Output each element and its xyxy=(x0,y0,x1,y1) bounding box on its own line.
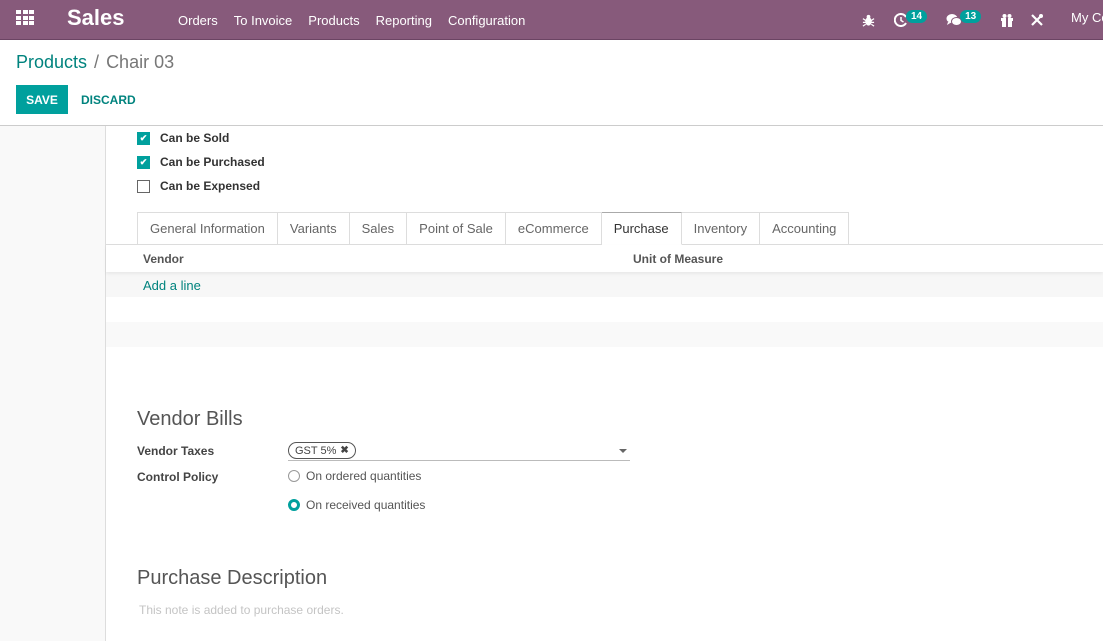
tab-sales[interactable]: Sales xyxy=(349,212,408,245)
can-be-expensed-label: Can be Expensed xyxy=(160,179,261,193)
gift-icon xyxy=(1001,14,1014,27)
vendor-taxes-label: Vendor Taxes xyxy=(137,444,215,458)
vendor-bills-title: Vendor Bills xyxy=(137,408,243,430)
messages-button[interactable]: 13 xyxy=(946,9,982,27)
can-be-sold-label: Can be Sold xyxy=(160,131,230,145)
can-be-purchased-checkbox[interactable]: ✔ Can be Purchased xyxy=(137,155,265,169)
notebook-tabs: General Information Variants Sales Point… xyxy=(137,212,850,245)
vendor-list-header: Vendor Unit of Measure xyxy=(106,245,1103,272)
form-sheet: ✔ Can be Sold ✔ Can be Purchased Can be … xyxy=(106,126,1103,641)
checkbox-unchecked-icon[interactable] xyxy=(137,179,150,193)
menu-item-orders[interactable]: Orders xyxy=(170,13,226,28)
menu-item-to-invoice[interactable]: To Invoice xyxy=(226,13,301,28)
column-unit-of-measure[interactable]: Unit of Measure xyxy=(633,252,723,266)
control-policy-label: Control Policy xyxy=(137,470,219,484)
save-button[interactable]: SAVE xyxy=(16,85,68,114)
menu-item-configuration[interactable]: Configuration xyxy=(440,13,533,28)
checkbox-checked-icon[interactable]: ✔ xyxy=(137,155,150,169)
tab-purchase[interactable]: Purchase xyxy=(601,212,682,245)
can-be-purchased-label: Can be Purchased xyxy=(160,155,265,169)
systray: 14 13 xyxy=(862,0,1044,40)
left-gutter xyxy=(0,126,106,641)
breadcrumb-products-link[interactable]: Products xyxy=(16,52,87,73)
tab-general-information[interactable]: General Information xyxy=(137,212,278,245)
can-be-sold-checkbox[interactable]: ✔ Can be Sold xyxy=(137,131,229,145)
list-row xyxy=(106,297,1103,322)
dropdown-caret-icon[interactable] xyxy=(619,449,627,453)
vendor-taxes-field[interactable]: GST 5% ✖ xyxy=(288,440,630,461)
menu-item-reporting[interactable]: Reporting xyxy=(368,13,440,28)
list-row xyxy=(106,322,1103,347)
messages-count-badge: 13 xyxy=(960,9,982,23)
top-navbar: Sales Orders To Invoice Products Reporti… xyxy=(0,0,1103,40)
radio-ordered-quantities[interactable]: On ordered quantities xyxy=(288,469,421,483)
list-row xyxy=(106,272,1103,297)
breadcrumb-separator: / xyxy=(94,52,100,72)
tab-ecommerce[interactable]: eCommerce xyxy=(505,212,602,245)
can-be-expensed-checkbox[interactable]: Can be Expensed xyxy=(137,179,260,193)
radio-selected-icon[interactable] xyxy=(288,499,300,511)
main-menu: Orders To Invoice Products Reporting Con… xyxy=(170,0,533,40)
discard-button[interactable]: DISCARD xyxy=(81,85,136,114)
activity-count-badge: 14 xyxy=(906,9,928,23)
tab-accounting[interactable]: Accounting xyxy=(760,212,850,245)
breadcrumb: Products / Chair 03 xyxy=(16,52,174,73)
radio-unselected-icon[interactable] xyxy=(288,470,300,482)
tax-tag: GST 5% ✖ xyxy=(288,442,356,459)
activity-button[interactable]: 14 xyxy=(894,9,928,27)
tools-button[interactable] xyxy=(1030,13,1044,27)
debug-button[interactable] xyxy=(862,14,875,27)
control-panel: Products / Chair 03 SAVE DISCARD xyxy=(0,40,1103,126)
tools-icon xyxy=(1031,14,1044,26)
add-line-link[interactable]: Add a line xyxy=(143,278,201,293)
remove-tag-icon[interactable]: ✖ xyxy=(340,445,348,456)
purchase-description-title: Purchase Description xyxy=(137,567,328,589)
app-name: Sales xyxy=(67,5,125,30)
checkbox-checked-icon[interactable]: ✔ xyxy=(137,131,150,145)
radio-received-label: On received quantities xyxy=(306,498,426,512)
radio-ordered-label: On ordered quantities xyxy=(306,469,422,483)
apps-menu-icon[interactable] xyxy=(16,10,34,26)
column-vendor[interactable]: Vendor xyxy=(143,252,184,266)
radio-received-quantities[interactable]: On received quantities xyxy=(288,498,425,512)
bug-icon xyxy=(862,14,875,27)
user-menu[interactable]: My Co xyxy=(1071,10,1103,25)
breadcrumb-current: Chair 03 xyxy=(106,52,175,72)
tab-inventory[interactable]: Inventory xyxy=(681,212,761,245)
gift-button[interactable] xyxy=(1000,13,1014,27)
tab-point-of-sale[interactable]: Point of Sale xyxy=(407,212,506,245)
menu-item-products[interactable]: Products xyxy=(300,13,367,28)
tax-tag-label: GST 5% xyxy=(295,444,337,457)
tab-variants[interactable]: Variants xyxy=(277,212,350,245)
purchase-description-input[interactable]: This note is added to purchase orders. xyxy=(139,603,344,617)
